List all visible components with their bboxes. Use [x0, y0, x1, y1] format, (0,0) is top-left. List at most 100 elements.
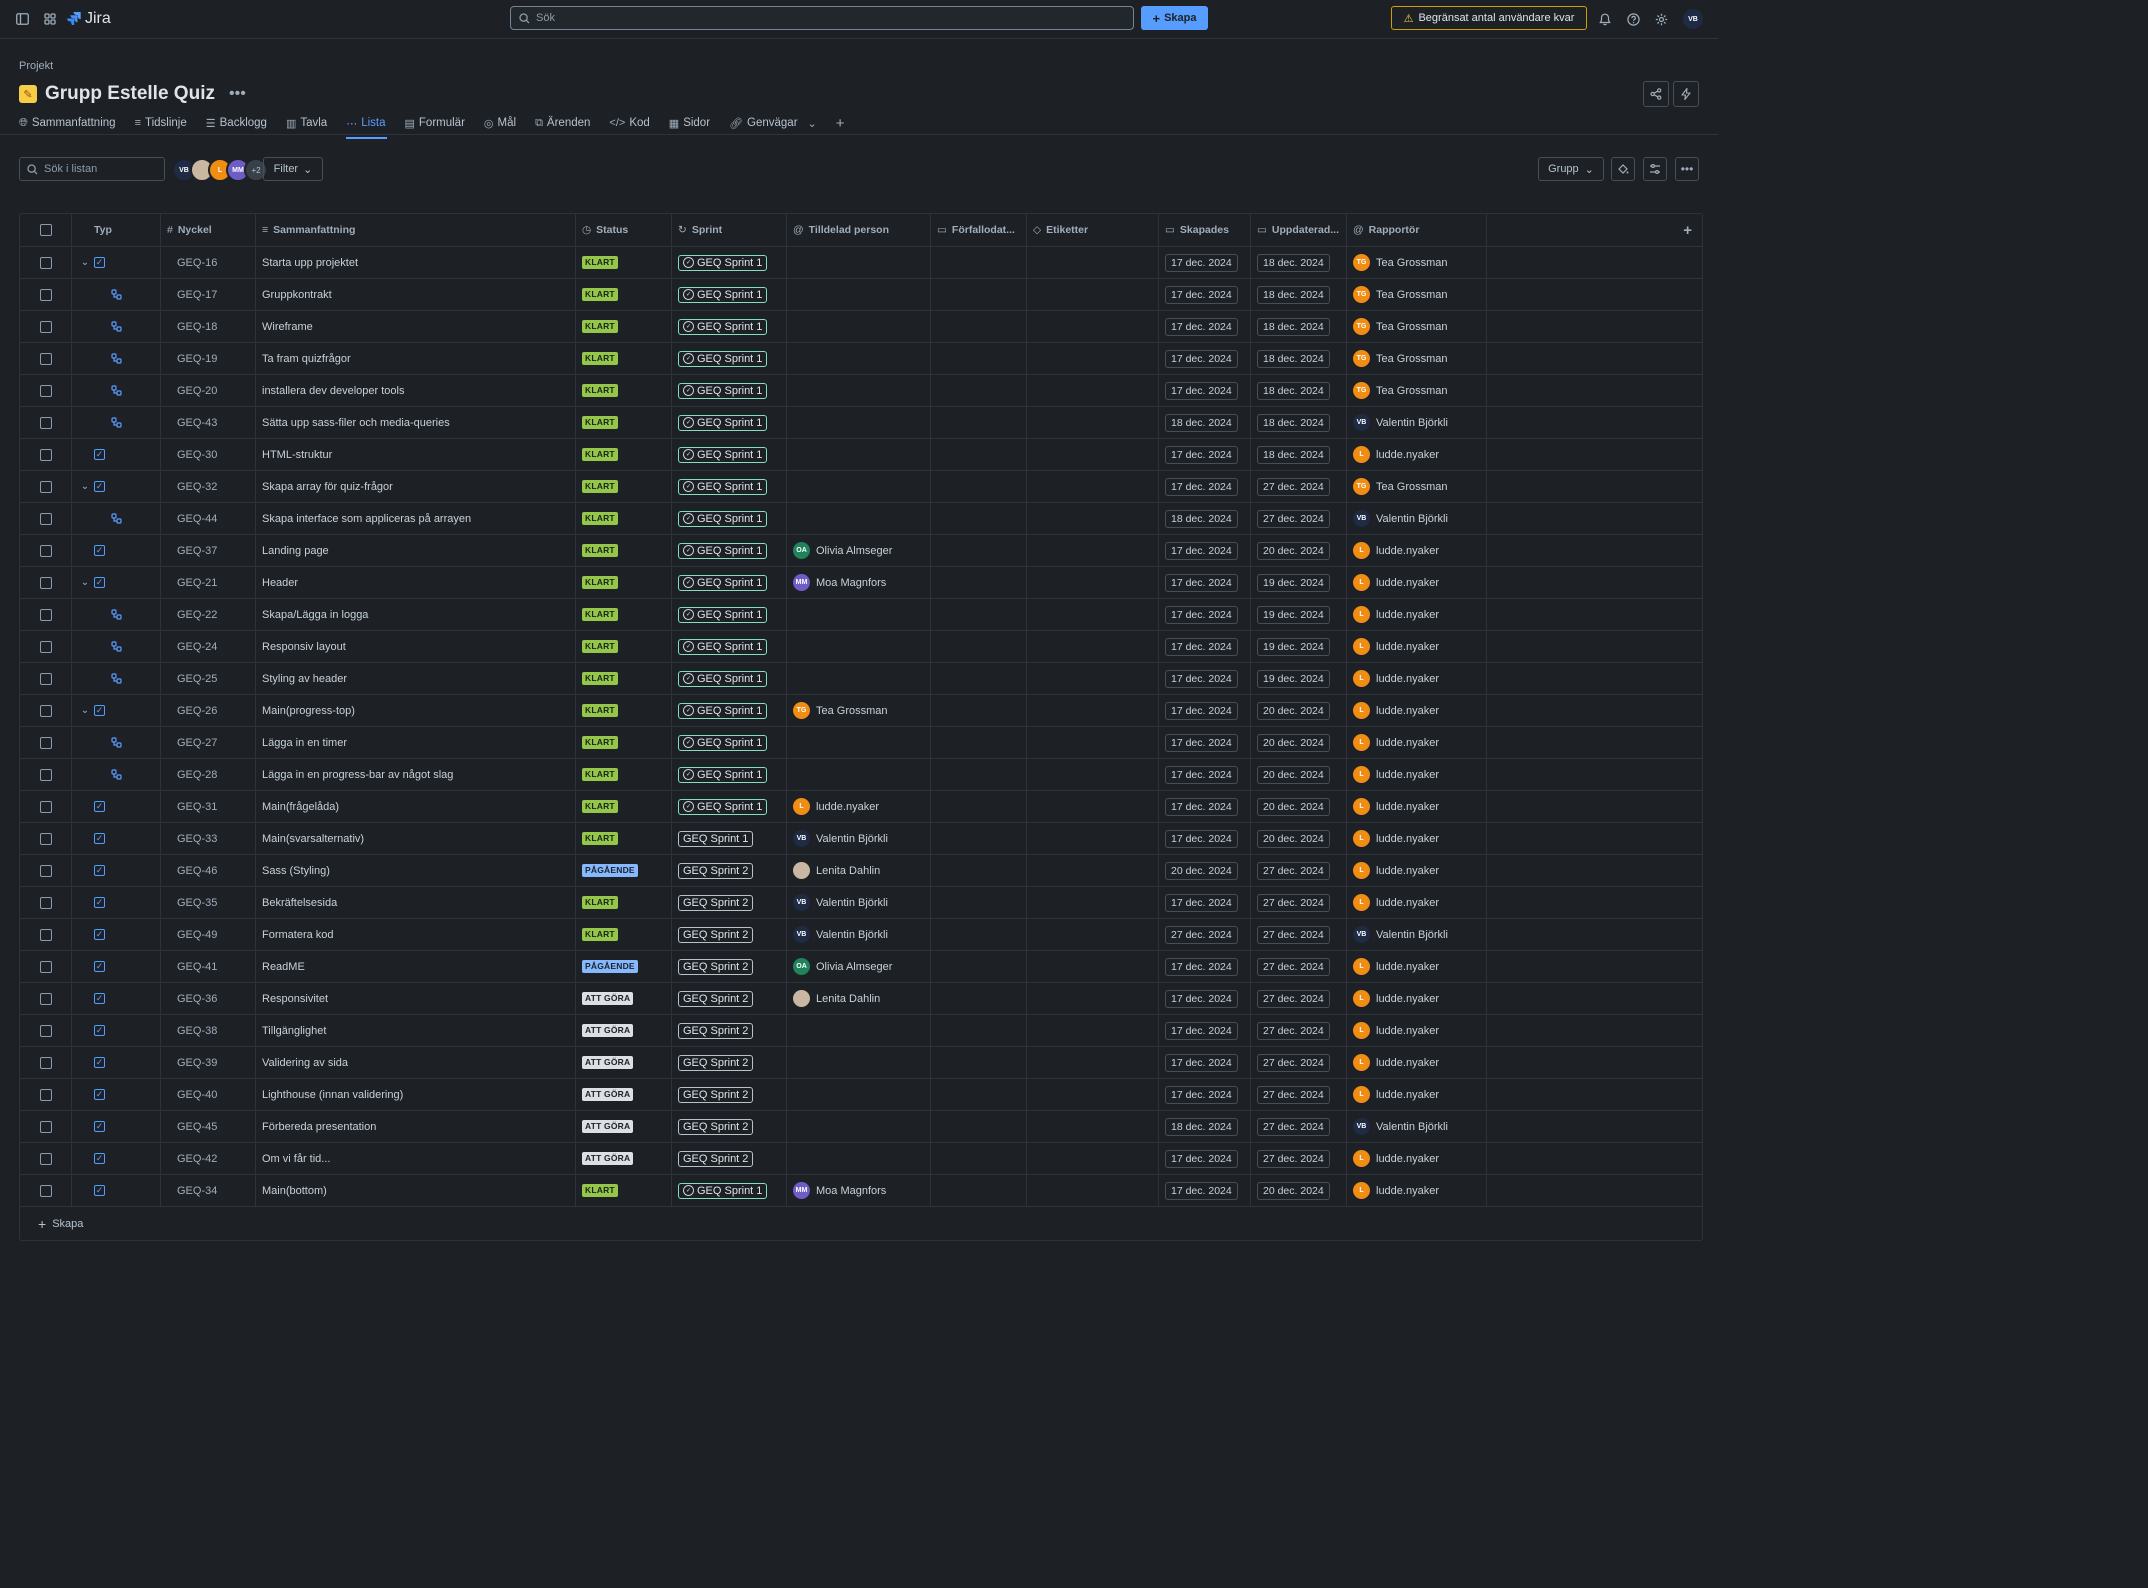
summary-cell[interactable]: Bekräftelsesida [256, 887, 576, 918]
status-cell[interactable]: ATT GÖRA [576, 1111, 672, 1142]
sprint-chip[interactable]: ✓ GEQ Sprint 1 [678, 606, 768, 623]
row-checkbox[interactable] [20, 247, 72, 278]
summary-cell[interactable]: Formatera kod [256, 919, 576, 950]
issue-summary[interactable]: Header [262, 577, 298, 589]
assignee-cell[interactable] [787, 311, 931, 342]
labels-cell[interactable] [1027, 1111, 1159, 1142]
table-row[interactable]: ✓ GEQ-35 Bekräftelsesida KLART GEQ Sprint 2 V… [20, 887, 1702, 919]
due-date-cell[interactable] [931, 663, 1027, 694]
table-row[interactable]: ✓ GEQ-31 Main(frågelåda) KLART ✓ GEQ Sprint 1… [20, 791, 1702, 823]
table-row[interactable]: ✓ GEQ-40 Lighthouse (innan validering) ATT … [20, 1079, 1702, 1111]
labels-cell[interactable] [1027, 663, 1159, 694]
summary-cell[interactable]: Ta fram quizfrågor [256, 343, 576, 374]
highlight-paint-icon[interactable] [1611, 157, 1635, 181]
share-icon[interactable] [1643, 81, 1669, 107]
due-date-cell[interactable] [931, 439, 1027, 470]
row-checkbox[interactable] [20, 311, 72, 342]
due-date-cell[interactable] [931, 631, 1027, 662]
person-chip[interactable]: VB Valentin Björkli [1353, 1118, 1448, 1135]
reporter-cell[interactable]: Lludde.nyaker [1347, 599, 1487, 630]
labels-cell[interactable] [1027, 759, 1159, 790]
status-badge[interactable]: ATT GÖRA [582, 1152, 634, 1165]
issue-key-cell[interactable]: GEQ-37 [161, 535, 256, 566]
assignee-cell[interactable] [787, 1111, 931, 1142]
person-chip[interactable]: Lludde.nyaker [1353, 798, 1439, 815]
issue-summary[interactable]: Starta upp projektet [262, 257, 358, 269]
summary-cell[interactable]: Main(bottom) [256, 1175, 576, 1206]
reporter-cell[interactable]: Lludde.nyaker [1347, 695, 1487, 726]
sprint-chip[interactable]: GEQ Sprint 1 [678, 830, 754, 847]
table-row[interactable]: GEQ-24 Responsiv layout KLART ✓ GEQ Sprint 1… [20, 631, 1702, 663]
sprint-chip[interactable]: ✓ GEQ Sprint 1 [678, 542, 768, 559]
sprint-chip[interactable]: ✓ GEQ Sprint 1 [678, 478, 768, 495]
status-badge[interactable]: KLART [582, 928, 618, 941]
reporter-cell[interactable]: Lludde.nyaker [1347, 727, 1487, 758]
status-badge[interactable]: ATT GÖRA [582, 992, 634, 1005]
person-chip[interactable]: Lludde.nyaker [1353, 542, 1439, 559]
summary-cell[interactable]: Wireframe [256, 311, 576, 342]
issue-key[interactable]: GEQ-43 [167, 417, 217, 429]
assignee-cell[interactable] [787, 471, 931, 502]
status-cell[interactable]: KLART [576, 919, 672, 950]
create-issue-row-button[interactable]: + Skapa [20, 1207, 1702, 1240]
row-checkbox[interactable] [20, 407, 72, 438]
reporter-cell[interactable]: Lludde.nyaker [1347, 567, 1487, 598]
summary-cell[interactable]: Förbereda presentation [256, 1111, 576, 1142]
status-badge[interactable]: KLART [582, 480, 618, 493]
status-cell[interactable]: KLART [576, 1175, 672, 1206]
person-chip[interactable]: VB Valentin Björkli [1353, 414, 1448, 431]
assignee-cell[interactable]: MM Moa Magnfors [787, 1175, 931, 1206]
summary-cell[interactable]: Landing page [256, 535, 576, 566]
person-chip[interactable]: MM Moa Magnfors [793, 1182, 886, 1199]
issue-key-cell[interactable]: GEQ-44 [161, 503, 256, 534]
issue-summary[interactable]: Validering av sida [262, 1057, 348, 1069]
assignee-cell[interactable] [787, 1047, 931, 1078]
assignee-cell[interactable] [787, 727, 931, 758]
due-date-cell[interactable] [931, 951, 1027, 982]
row-checkbox[interactable] [20, 1047, 72, 1078]
row-checkbox[interactable] [20, 663, 72, 694]
sprint-chip[interactable]: ✓ GEQ Sprint 1 [678, 638, 768, 655]
assignee-cell[interactable] [787, 439, 931, 470]
labels-cell[interactable] [1027, 599, 1159, 630]
summary-cell[interactable]: Skapa array för quiz-frågor [256, 471, 576, 502]
sprint-chip[interactable]: ✓ GEQ Sprint 1 [678, 318, 768, 335]
column-header-type[interactable]: Typ [72, 214, 161, 246]
assignee-cell[interactable]: OA Olivia Almseger [787, 951, 931, 982]
labels-cell[interactable] [1027, 375, 1159, 406]
issue-key[interactable]: GEQ-22 [167, 609, 217, 621]
summary-cell[interactable]: HTML-struktur [256, 439, 576, 470]
tab-arenden[interactable]: ⧉ Ärenden [535, 112, 599, 134]
labels-cell[interactable] [1027, 983, 1159, 1014]
sprint-chip[interactable]: ✓ GEQ Sprint 1 [678, 734, 768, 751]
expand-chevron-icon[interactable]: ⌄ [78, 705, 92, 716]
issue-key[interactable]: GEQ-17 [167, 289, 217, 301]
summary-cell[interactable]: Om vi får tid... [256, 1143, 576, 1174]
person-chip[interactable]: Lludde.nyaker [1353, 990, 1439, 1007]
person-chip[interactable]: Lludde.nyaker [1353, 702, 1439, 719]
sprint-cell[interactable]: ✓ GEQ Sprint 1 [672, 471, 787, 502]
sprint-cell[interactable]: ✓ GEQ Sprint 1 [672, 631, 787, 662]
person-chip[interactable]: Lludde.nyaker [1353, 1182, 1439, 1199]
due-date-cell[interactable] [931, 471, 1027, 502]
person-chip[interactable]: OA Olivia Almseger [793, 542, 892, 559]
sprint-chip[interactable]: ✓ GEQ Sprint 1 [678, 766, 768, 783]
tab-lista[interactable]: ⋯ Lista [346, 112, 394, 139]
issue-key[interactable]: GEQ-24 [167, 641, 217, 653]
person-chip[interactable]: Lludde.nyaker [1353, 958, 1439, 975]
issue-summary[interactable]: ReadME [262, 961, 305, 973]
status-cell[interactable]: KLART [576, 311, 672, 342]
status-cell[interactable]: KLART [576, 599, 672, 630]
issue-key-cell[interactable]: GEQ-19 [161, 343, 256, 374]
issue-key-cell[interactable]: GEQ-27 [161, 727, 256, 758]
reporter-cell[interactable]: TG Tea Grossman [1347, 343, 1487, 374]
expand-chevron-icon[interactable]: ⌄ [78, 577, 92, 588]
sprint-chip[interactable]: ✓ GEQ Sprint 1 [678, 702, 768, 719]
labels-cell[interactable] [1027, 1079, 1159, 1110]
labels-cell[interactable] [1027, 1047, 1159, 1078]
sprint-chip[interactable]: GEQ Sprint 2 [678, 1054, 754, 1071]
issue-key-cell[interactable]: GEQ-33 [161, 823, 256, 854]
issue-key[interactable]: GEQ-44 [167, 513, 217, 525]
issue-summary[interactable]: Ta fram quizfrågor [262, 353, 351, 365]
issue-summary[interactable]: Responsiv layout [262, 641, 346, 653]
